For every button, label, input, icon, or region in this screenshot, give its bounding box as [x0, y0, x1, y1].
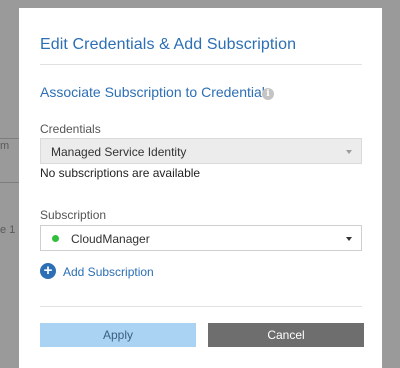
chevron-down-icon	[346, 150, 352, 154]
section-title: Associate Subscription to Credentials	[40, 84, 272, 100]
credentials-selected-value: Managed Service Identity	[51, 145, 187, 159]
subscription-selected-value: CloudManager	[71, 232, 150, 246]
edit-credentials-dialog: Edit Credentials & Add Subscription Asso…	[19, 8, 382, 368]
cancel-button[interactable]: Cancel	[208, 323, 364, 347]
info-icon[interactable]: i	[262, 88, 274, 100]
dialog-title: Edit Credentials & Add Subscription	[40, 36, 297, 53]
footer-divider	[40, 306, 362, 307]
background-divider	[0, 138, 20, 139]
credentials-select: Managed Service Identity	[40, 138, 362, 164]
background-text-fragment: e 1	[0, 224, 16, 236]
status-dot-icon	[52, 235, 59, 242]
background-divider	[0, 182, 20, 183]
credentials-label: Credentials	[40, 122, 101, 136]
apply-button[interactable]: Apply	[40, 323, 196, 347]
background-text-fragment: m	[0, 140, 10, 152]
title-divider	[40, 64, 362, 65]
chevron-down-icon[interactable]	[346, 237, 352, 241]
add-subscription-label[interactable]: Add Subscription	[63, 265, 154, 279]
subscription-select[interactable]: CloudManager	[40, 225, 362, 251]
subscription-label: Subscription	[40, 208, 107, 222]
plus-circle-icon[interactable]: +	[40, 263, 56, 279]
credentials-note: No subscriptions are available	[40, 166, 201, 180]
